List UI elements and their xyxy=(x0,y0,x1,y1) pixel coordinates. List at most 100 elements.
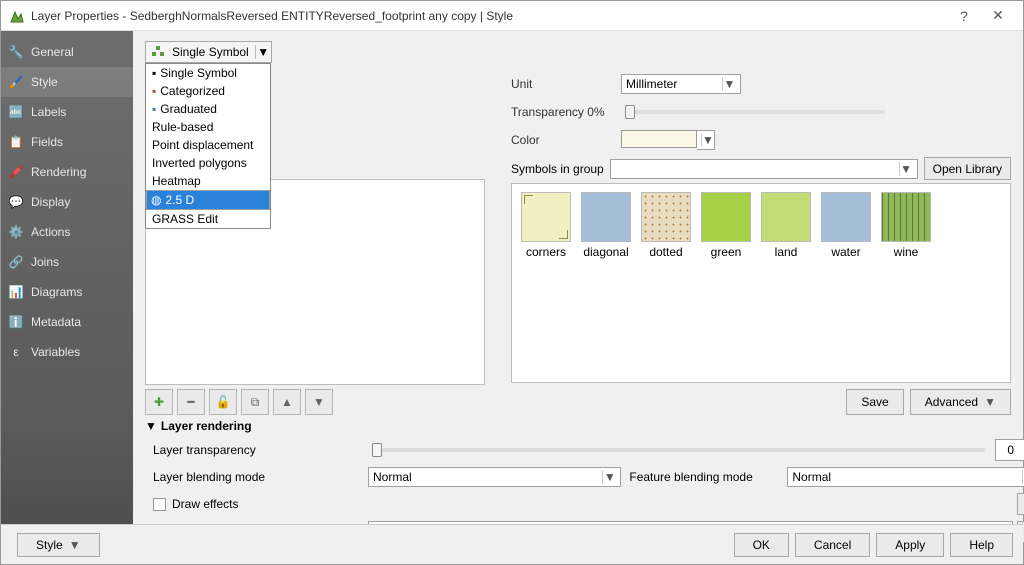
draw-effects-checkbox[interactable] xyxy=(153,498,166,511)
color-label: Color xyxy=(511,133,621,147)
info-icon: ℹ️ xyxy=(7,313,25,331)
renderer-option-single-symbol[interactable]: ▪Single Symbol xyxy=(146,64,270,82)
sidebar-item-style[interactable]: 🖌️Style xyxy=(1,67,133,97)
layer-transparency-label: Layer transparency xyxy=(153,443,368,457)
section-heading[interactable]: ▼Layer rendering xyxy=(145,419,1011,433)
move-down-button[interactable]: ▼ xyxy=(305,389,333,415)
sidebar-item-metadata[interactable]: ℹ️ Metadata xyxy=(1,307,133,337)
renderer-option-25d[interactable]: ◍2.5 D xyxy=(146,190,270,210)
join-icon: 🔗 xyxy=(7,253,25,271)
transparency-label: Transparency 0% xyxy=(511,105,621,119)
brush2-icon: 🖍️ xyxy=(7,163,25,181)
balloon-icon: 💬 xyxy=(7,193,25,211)
wrench-icon: 🔧 xyxy=(7,43,25,61)
symbol-item-land[interactable]: land xyxy=(760,192,812,259)
duplicate-symbol-layer-button[interactable]: ⧉ xyxy=(241,389,269,415)
color-button[interactable]: ▼ xyxy=(621,130,715,150)
sidebar-item-display[interactable]: 💬 Display xyxy=(1,187,133,217)
single-symbol-icon xyxy=(150,44,166,60)
remove-symbol-layer-button[interactable]: ━ xyxy=(177,389,205,415)
swatch xyxy=(881,192,931,242)
apply-button[interactable]: Apply xyxy=(876,533,944,557)
help-button[interactable]: Help xyxy=(950,533,1013,557)
bottom-bar: Style▼ OK Cancel Apply Help xyxy=(1,524,1023,564)
feature-blending-label: Feature blending mode xyxy=(629,470,779,484)
sidebar-item-labels[interactable]: 🔤Labels xyxy=(1,97,133,127)
sidebar-item-label: Metadata xyxy=(31,315,81,329)
sidebar-item-variables[interactable]: εVariables xyxy=(1,337,133,367)
symbols-in-group-label: Symbols in group xyxy=(511,162,604,176)
renderer-option-rule-based[interactable]: Rule-based xyxy=(146,118,270,136)
chevron-down-icon: ▼ xyxy=(722,77,736,91)
advanced-button[interactable]: Advanced▼ xyxy=(910,389,1011,415)
unit-select[interactable]: Millimeter▼ xyxy=(621,74,741,94)
symbol-item-diagonal[interactable]: diagonal xyxy=(580,192,632,259)
close-button[interactable]: ✕ xyxy=(981,2,1015,30)
renderer-select-label: Single Symbol xyxy=(170,45,255,59)
sidebar-item-label: General xyxy=(31,45,74,59)
chevron-down-icon: ▼ xyxy=(255,45,271,59)
symbol-item-water[interactable]: water xyxy=(820,192,872,259)
sidebar-item-label: Diagrams xyxy=(31,285,82,299)
label-icon: 🔤 xyxy=(7,103,25,121)
swatch xyxy=(761,192,811,242)
triangle-up-icon: ▲ xyxy=(281,395,293,409)
main-panel: Single Symbol ▼ ▪Single Symbol ▪Categori… xyxy=(133,31,1023,524)
feature-blending-select[interactable]: Normal▼ xyxy=(787,467,1024,487)
draw-effects-config-button[interactable]: ✦ xyxy=(1017,493,1024,515)
sidebar-item-label: Fields xyxy=(31,135,63,149)
renderer-option-categorized[interactable]: ▪Categorized xyxy=(146,82,270,100)
symbol-item-green[interactable]: green xyxy=(700,192,752,259)
renderer-option-point-displacement[interactable]: Point displacement xyxy=(146,136,270,154)
triangle-down-icon: ▼ xyxy=(313,395,325,409)
save-symbol-button[interactable]: Save xyxy=(846,389,903,415)
layer-blending-select[interactable]: Normal▼ xyxy=(368,467,621,487)
sidebar-item-label: Actions xyxy=(31,225,70,239)
sidebar-item-label: Joins xyxy=(31,255,59,269)
move-up-button[interactable]: ▲ xyxy=(273,389,301,415)
sidebar-item-diagrams[interactable]: 📊 Diagrams xyxy=(1,277,133,307)
help-button[interactable]: ? xyxy=(947,2,981,30)
sidebar-item-fields[interactable]: 📋Fields xyxy=(1,127,133,157)
brush-icon: 🖌️ xyxy=(7,73,25,91)
transparency-slider[interactable] xyxy=(625,110,885,114)
symbols-group-select[interactable]: ▼ xyxy=(610,159,918,179)
sidebar-item-label: Display xyxy=(31,195,70,209)
chevron-down-icon: ▼ xyxy=(602,470,616,484)
open-library-button[interactable]: Open Library xyxy=(924,157,1011,180)
symbol-toolbar: ✚ ━ 🔓 ⧉ ▲ ▼ xyxy=(145,389,333,415)
plus-icon: ✚ xyxy=(154,395,164,409)
sidebar: 🔧 General 🖌️Style 🔤Labels 📋Fields 🖍️Rende… xyxy=(1,31,133,524)
sidebar-item-general[interactable]: 🔧 General xyxy=(1,37,133,67)
color-swatch xyxy=(621,130,697,148)
renderer-option-graduated[interactable]: ▪Graduated xyxy=(146,100,270,118)
add-symbol-layer-button[interactable]: ✚ xyxy=(145,389,173,415)
chevron-down-icon: ▼ xyxy=(899,162,913,176)
sidebar-item-actions[interactable]: ⚙️ Actions xyxy=(1,217,133,247)
sidebar-item-rendering[interactable]: 🖍️Rendering xyxy=(1,157,133,187)
symbol-item-dotted[interactable]: dotted xyxy=(640,192,692,259)
single-symbol-icon: ▪ xyxy=(152,66,156,80)
lock-symbol-layer-button[interactable]: 🔓 xyxy=(209,389,237,415)
renderer-select[interactable]: Single Symbol ▼ ▪Single Symbol ▪Categori… xyxy=(145,41,272,63)
gear-icon: ⚙️ xyxy=(7,223,25,241)
cancel-button[interactable]: Cancel xyxy=(795,533,870,557)
draw-effects-label: Draw effects xyxy=(172,497,238,511)
sidebar-item-joins[interactable]: 🔗 Joins xyxy=(1,247,133,277)
ok-button[interactable]: OK xyxy=(734,533,789,557)
symbol-item-corners[interactable]: corners xyxy=(520,192,572,259)
swatch xyxy=(821,192,871,242)
renderer-option-heatmap[interactable]: Heatmap xyxy=(146,172,270,190)
renderer-option-grass-edit[interactable]: GRASS Edit xyxy=(146,210,270,228)
symbol-item-wine[interactable]: wine xyxy=(880,192,932,259)
layer-transparency-slider[interactable] xyxy=(372,448,985,452)
minus-icon: ━ xyxy=(187,395,194,409)
copy-icon: ⧉ xyxy=(251,395,260,410)
slider-thumb[interactable] xyxy=(625,105,635,119)
renderer-option-inverted-polygons[interactable]: Inverted polygons xyxy=(146,154,270,172)
graduated-icon: ▪ xyxy=(152,102,156,116)
chart-icon: 📊 xyxy=(7,283,25,301)
style-menu-button[interactable]: Style▼ xyxy=(17,533,100,557)
layer-transparency-spin[interactable]: 0▲▼ xyxy=(995,439,1024,461)
slider-thumb[interactable] xyxy=(372,443,382,457)
